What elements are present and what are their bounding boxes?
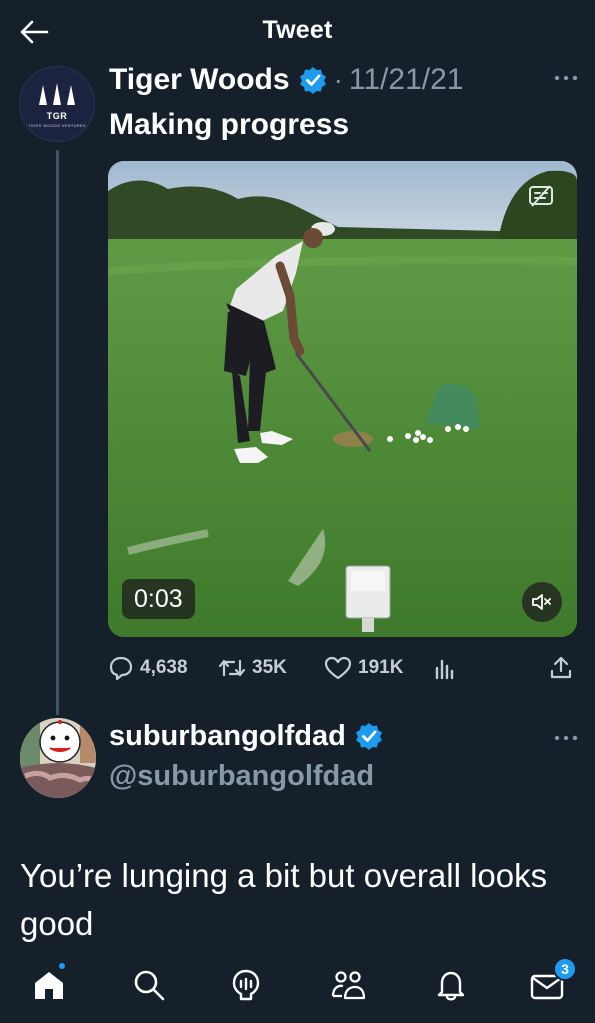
more-icon [554, 75, 578, 81]
home-notification-dot [57, 961, 67, 971]
reply-text: You’re lunging a bit but overall looks g… [20, 857, 548, 942]
reply-more-options-button[interactable] [546, 726, 586, 750]
tweet-video[interactable]: 0:03 [108, 161, 577, 637]
reply-header: suburbangolfdad [109, 716, 384, 756]
video-timestamp: 0:03 [122, 579, 195, 619]
more-options-button[interactable] [546, 66, 586, 90]
retweet-button[interactable]: 35K [218, 650, 287, 686]
page-title: Tweet [262, 16, 333, 44]
retweet-icon [218, 659, 246, 677]
avatar-logo-letters: TGR [46, 111, 68, 121]
mute-toggle-button[interactable] [522, 582, 562, 622]
like-icon [324, 656, 352, 680]
nav-messages[interactable]: 3 [525, 957, 577, 1007]
avatar-suburbangolfdad[interactable] [20, 718, 96, 798]
header-separator: · [333, 64, 343, 95]
avatar-tiger-woods[interactable]: TGR TIGER WOODS VENTURES [19, 66, 95, 142]
tweet-text: Making progress [109, 108, 350, 141]
thread-connector-line [56, 150, 59, 715]
author-name[interactable]: Tiger Woods [109, 63, 290, 97]
messages-badge: 3 [553, 957, 577, 981]
nav-communities[interactable] [326, 963, 370, 1007]
reply-icon [109, 656, 133, 681]
analytics-button[interactable] [432, 650, 458, 686]
home-icon [35, 972, 63, 999]
like-count: 191K [358, 657, 404, 678]
more-icon [554, 735, 578, 741]
tweet-action-bar: 4,638 35K 191K [108, 650, 578, 686]
cartoon-face-avatar-image [20, 718, 96, 798]
retweet-count: 35K [252, 657, 287, 678]
golf-swing-video-frame [108, 161, 577, 637]
verified-badge-icon [354, 721, 384, 751]
search-icon [134, 970, 165, 1001]
communities-icon [331, 971, 366, 1000]
like-button[interactable]: 191K [324, 650, 403, 686]
nav-spaces[interactable] [224, 963, 268, 1007]
nav-search[interactable] [127, 963, 171, 1007]
tgr-logo-icon [39, 83, 75, 105]
captions-icon [529, 185, 553, 207]
top-bar: Tweet [0, 0, 595, 62]
reply-button[interactable]: 4,638 [108, 650, 188, 686]
avatar-logo-subtitle: TIGER WOODS VENTURES [28, 123, 86, 128]
nav-notifications[interactable] [429, 963, 473, 1007]
share-button[interactable] [548, 650, 574, 686]
mute-icon [532, 594, 551, 610]
tweet-header: Tiger Woods · 11/21/21 [109, 60, 463, 100]
captions-button[interactable] [528, 183, 554, 209]
reply-count: 4,638 [140, 657, 188, 678]
share-icon [550, 656, 572, 679]
notifications-icon [437, 971, 465, 1001]
bottom-navigation: 3 [0, 955, 595, 1023]
reply-author-handle[interactable]: @suburbangolfdad [109, 760, 374, 793]
tweet-date[interactable]: 11/21/21 [349, 63, 464, 97]
spaces-icon [232, 969, 260, 1001]
nav-home[interactable] [27, 961, 71, 1007]
analytics-icon [435, 659, 454, 680]
verified-badge-icon [298, 65, 328, 95]
reply-author-name[interactable]: suburbangolfdad [109, 720, 346, 753]
